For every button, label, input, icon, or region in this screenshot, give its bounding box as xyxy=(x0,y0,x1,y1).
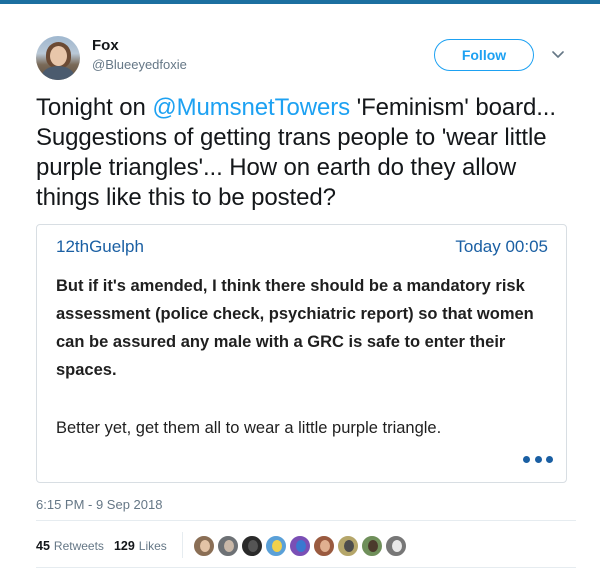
dot xyxy=(534,455,542,463)
liker-face xyxy=(344,540,354,552)
bottom-divider xyxy=(36,567,576,568)
liker-avatar-5[interactable] xyxy=(289,535,311,557)
liker-avatar-4[interactable] xyxy=(265,535,287,557)
likes-count: 129 xyxy=(113,539,135,553)
mention-link[interactable]: @MumsnetTowers xyxy=(152,94,350,121)
likes-label: Likes xyxy=(138,539,167,553)
liker-avatar-3[interactable] xyxy=(241,535,263,557)
dot xyxy=(546,455,553,463)
liker-avatars xyxy=(193,535,407,557)
follow-button[interactable]: Follow xyxy=(434,39,534,71)
avatar-body xyxy=(42,66,74,80)
dot xyxy=(523,455,530,463)
quoted-timestamp: Today 00:05 xyxy=(455,237,548,256)
tweet-timestamp[interactable]: 6:15 PM - 9 Sep 2018 xyxy=(36,497,162,512)
retweets-label: Retweets xyxy=(53,539,104,553)
liker-face xyxy=(320,540,330,552)
quoted-bold-text: But if it's amended, I think there shoul… xyxy=(56,277,534,379)
liker-face xyxy=(224,540,234,552)
avatar[interactable] xyxy=(36,36,80,80)
liker-face xyxy=(200,540,210,552)
liker-avatar-9[interactable] xyxy=(385,535,407,557)
liker-face xyxy=(368,540,378,552)
avatar-face xyxy=(50,46,67,66)
retweets-stat[interactable]: 45 Retweets xyxy=(36,539,104,553)
liker-avatar-7[interactable] xyxy=(337,535,359,557)
retweets-count: 45 xyxy=(36,539,50,553)
tweet-text: Tonight on @MumsnetTowers 'Feminism' boa… xyxy=(36,93,576,213)
author-handle[interactable]: @Blueeyedfoxie xyxy=(92,57,187,72)
liker-face xyxy=(392,540,402,552)
chevron-down-icon[interactable] xyxy=(550,48,566,62)
liker-face xyxy=(248,540,258,552)
liker-face xyxy=(272,540,282,552)
tweet-text-before: Tonight on xyxy=(36,94,153,121)
quoted-post[interactable]: 12thGuelph Today 00:05 But if it's amend… xyxy=(36,224,567,483)
liker-avatar-6[interactable] xyxy=(313,535,335,557)
author-name[interactable]: Fox xyxy=(92,37,119,54)
more-dots-icon[interactable] xyxy=(523,454,553,464)
likes-stat[interactable]: 129 Likes xyxy=(114,539,167,553)
quoted-username[interactable]: 12thGuelph xyxy=(56,237,144,257)
stats-separator xyxy=(182,532,183,558)
liker-avatar-2[interactable] xyxy=(217,535,239,557)
tweet-stats: 45 Retweets 129 Likes xyxy=(36,539,167,553)
divider xyxy=(36,520,576,521)
liker-face xyxy=(296,540,306,552)
quoted-plain-text: Better yet, get them all to wear a littl… xyxy=(56,419,442,437)
liker-avatar-1[interactable] xyxy=(193,535,215,557)
liker-avatar-8[interactable] xyxy=(361,535,383,557)
